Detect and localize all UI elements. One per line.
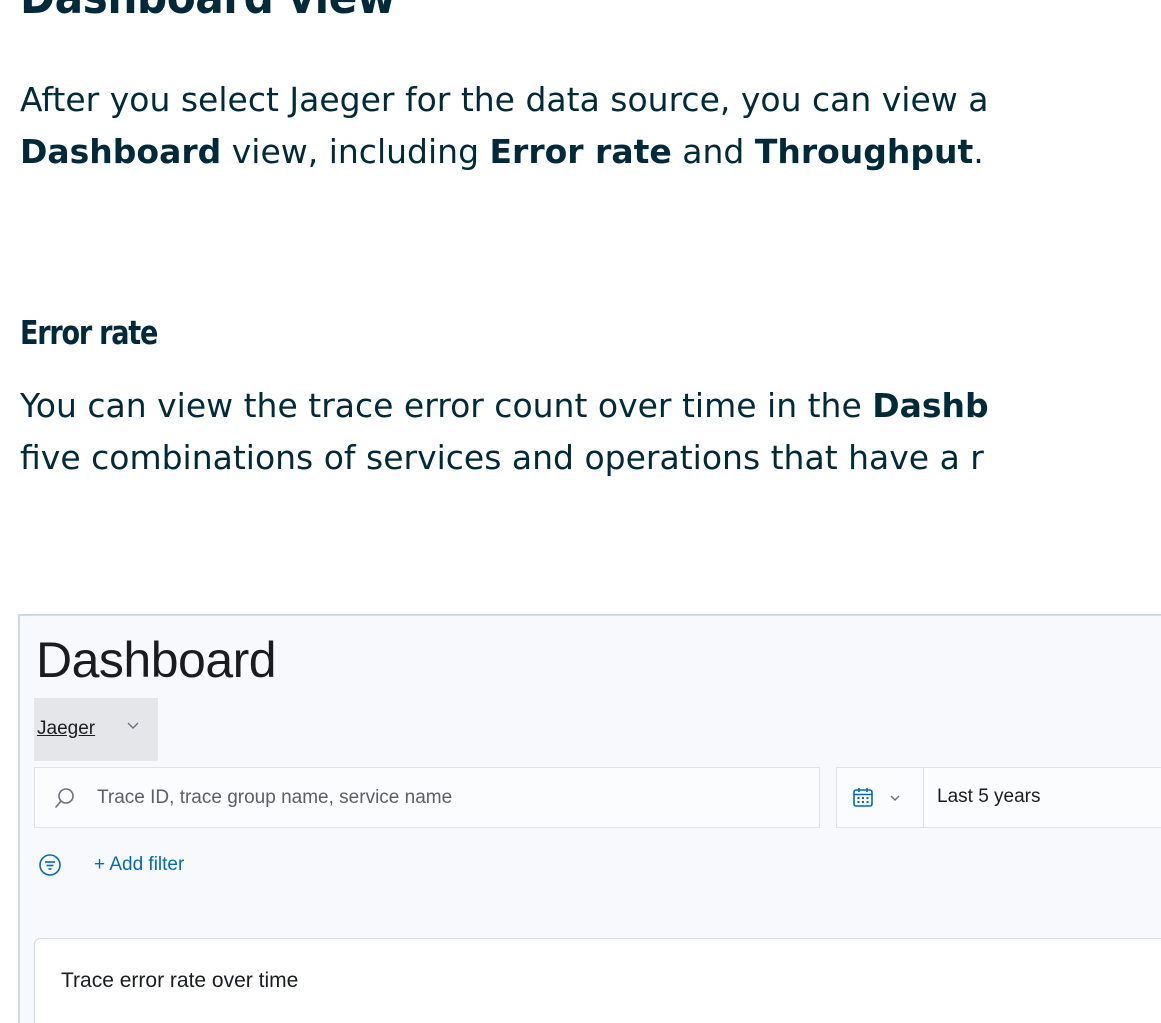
intro-text: view, including: [221, 132, 490, 171]
date-picker[interactable]: Last 5 years: [836, 767, 1161, 828]
intro-text: and: [671, 132, 755, 171]
error-rate-paragraph: You can view the trace error count over …: [20, 380, 1161, 484]
dashboard-title: Dashboard: [36, 632, 277, 688]
search-bar[interactable]: [34, 767, 820, 828]
search-icon: [55, 788, 74, 808]
panel-title: Trace error rate over time: [61, 969, 299, 992]
date-range-label[interactable]: Last 5 years: [937, 786, 1041, 808]
date-quick-select-button[interactable]: [837, 768, 924, 827]
filter-icon[interactable]: [38, 853, 62, 877]
chevron-down-icon: [127, 722, 139, 729]
data-source-label: Jaeger: [37, 718, 96, 739]
intro-paragraph: After you select Jaeger for the data sou…: [20, 74, 1161, 178]
error-rate-bold-dashboard: Dashb: [872, 386, 989, 425]
subsection-heading: Error rate: [20, 313, 158, 352]
data-source-picker[interactable]: Jaeger: [34, 698, 158, 761]
trace-error-rate-panel: Trace error rate over time: [34, 938, 1161, 1023]
add-filter-button[interactable]: + Add filter: [94, 854, 184, 876]
calendar-icon: [853, 788, 873, 807]
chevron-down-icon: [890, 795, 900, 801]
intro-line-1: After you select Jaeger for the data sou…: [20, 80, 989, 119]
intro-text: .: [973, 132, 984, 171]
error-rate-line-2: five combinations of services and operat…: [20, 438, 984, 477]
section-heading: Dashboard view: [20, 0, 396, 26]
intro-bold-throughput: Throughput: [754, 132, 974, 171]
search-input[interactable]: [97, 768, 797, 827]
dashboard-screenshot: Dashboard Jaeger Trace ID, trace group n…: [18, 614, 1161, 1023]
intro-bold-error-rate: Error rate: [489, 132, 672, 171]
intro-bold-dashboard: Dashboard: [20, 132, 222, 171]
error-rate-line-1: You can view the trace error count over …: [20, 386, 873, 425]
